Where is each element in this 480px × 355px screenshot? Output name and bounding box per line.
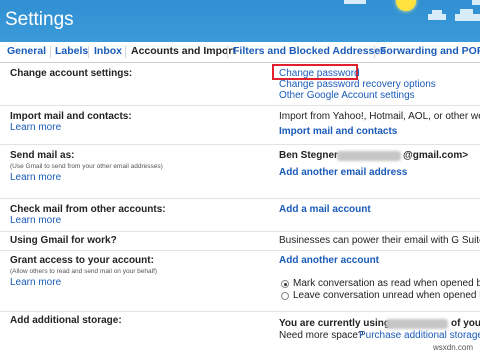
other-google-account-settings-link[interactable]: Other Google Account settings — [279, 90, 415, 101]
tab-labels[interactable]: Labels — [55, 45, 88, 57]
purchase-additional-storage-link[interactable]: Purchase additional storage — [359, 330, 480, 341]
settings-row-change-account: Change account settings: Change password… — [0, 63, 480, 106]
row-sublabel: (Use Gmail to send from your other email… — [10, 163, 163, 170]
cloud-decoration-icon — [344, 0, 366, 4]
change-password-recovery-link[interactable]: Change password recovery options — [279, 79, 436, 90]
need-more-space-text: Need more space? — [279, 330, 364, 341]
leave-unread-radio[interactable] — [281, 292, 289, 300]
row-label: Grant access to your account: — [10, 255, 154, 266]
change-password-link[interactable]: Change password — [279, 68, 360, 79]
settings-header: Settings — [0, 0, 480, 42]
redacted-storage-amount — [386, 319, 448, 329]
gsuite-description: Businesses can power their email with G … — [279, 235, 480, 246]
add-a-mail-account-link[interactable]: Add a mail account — [279, 204, 371, 215]
tab-forwarding-and-pop[interactable]: Forwarding and POP/IM — [380, 45, 480, 57]
learn-more-link[interactable]: Learn more — [10, 122, 61, 133]
settings-row-grant-access: Grant access to your account: (Allow oth… — [0, 251, 480, 312]
tab-divider — [88, 46, 89, 58]
mark-as-read-radio[interactable] — [281, 280, 289, 288]
tab-divider — [227, 46, 228, 58]
sender-email-suffix: @gmail.com> — [403, 150, 469, 161]
row-label: Send mail as: — [10, 150, 75, 161]
tab-general[interactable]: General — [7, 45, 46, 57]
cloud-decoration-icon — [472, 0, 480, 5]
tab-divider — [374, 46, 375, 58]
redacted-email — [337, 151, 401, 161]
import-mail-and-contacts-link[interactable]: Import mail and contacts — [279, 126, 397, 137]
import-description: Import from Yahoo!, Hotmail, AOL, or oth… — [279, 111, 480, 122]
leave-unread-label: Leave conversation unread when opened by — [293, 290, 480, 301]
learn-more-link[interactable]: Learn more — [10, 277, 61, 288]
storage-usage-text: You are currently using — [279, 318, 390, 329]
cloud-decoration-icon — [455, 14, 480, 21]
page-title: Settings — [5, 9, 74, 30]
tab-inbox[interactable]: Inbox — [94, 45, 122, 57]
row-label: Import mail and contacts: — [10, 111, 132, 122]
learn-more-link[interactable]: Learn more — [10, 215, 61, 226]
settings-row-send-mail-as: Send mail as: (Use Gmail to send from yo… — [0, 145, 480, 199]
row-sublabel: (Allow others to read and send mail on y… — [10, 268, 158, 275]
tab-divider — [125, 46, 126, 58]
cloud-decoration-icon — [432, 10, 442, 15]
learn-more-link[interactable]: Learn more — [10, 172, 61, 183]
cloud-decoration-icon — [460, 9, 473, 15]
settings-row-import-mail: Import mail and contacts: Learn more Imp… — [0, 106, 480, 145]
row-label: Check mail from other accounts: — [10, 204, 166, 215]
add-another-account-link[interactable]: Add another account — [279, 255, 379, 266]
settings-content: Change account settings: Change password… — [0, 63, 480, 355]
settings-row-check-mail: Check mail from other accounts: Learn mo… — [0, 199, 480, 232]
sender-name: Ben Stegner — [279, 150, 338, 161]
tab-accounts-and-import[interactable]: Accounts and Import — [131, 45, 236, 57]
settings-tabs: General Labels Inbox Accounts and Import… — [0, 42, 480, 63]
tab-filters-and-blocked-addresses[interactable]: Filters and Blocked Addresses — [233, 45, 386, 57]
sun-decoration-icon — [396, 0, 416, 11]
mark-as-read-label: Mark conversation as read when opened by — [293, 278, 480, 289]
watermark: wsxdn.com — [433, 343, 474, 352]
settings-row-gmail-for-work: Using Gmail for work? Businesses can pow… — [0, 232, 480, 251]
add-another-email-address-link[interactable]: Add another email address — [279, 167, 407, 178]
storage-usage-suffix: of you — [451, 318, 480, 329]
row-label: Using Gmail for work? — [10, 235, 117, 246]
row-label: Add additional storage: — [10, 315, 122, 326]
tab-divider — [50, 46, 51, 58]
settings-row-storage: Add additional storage: You are currentl… — [0, 312, 480, 355]
row-label: Change account settings: — [10, 68, 133, 79]
